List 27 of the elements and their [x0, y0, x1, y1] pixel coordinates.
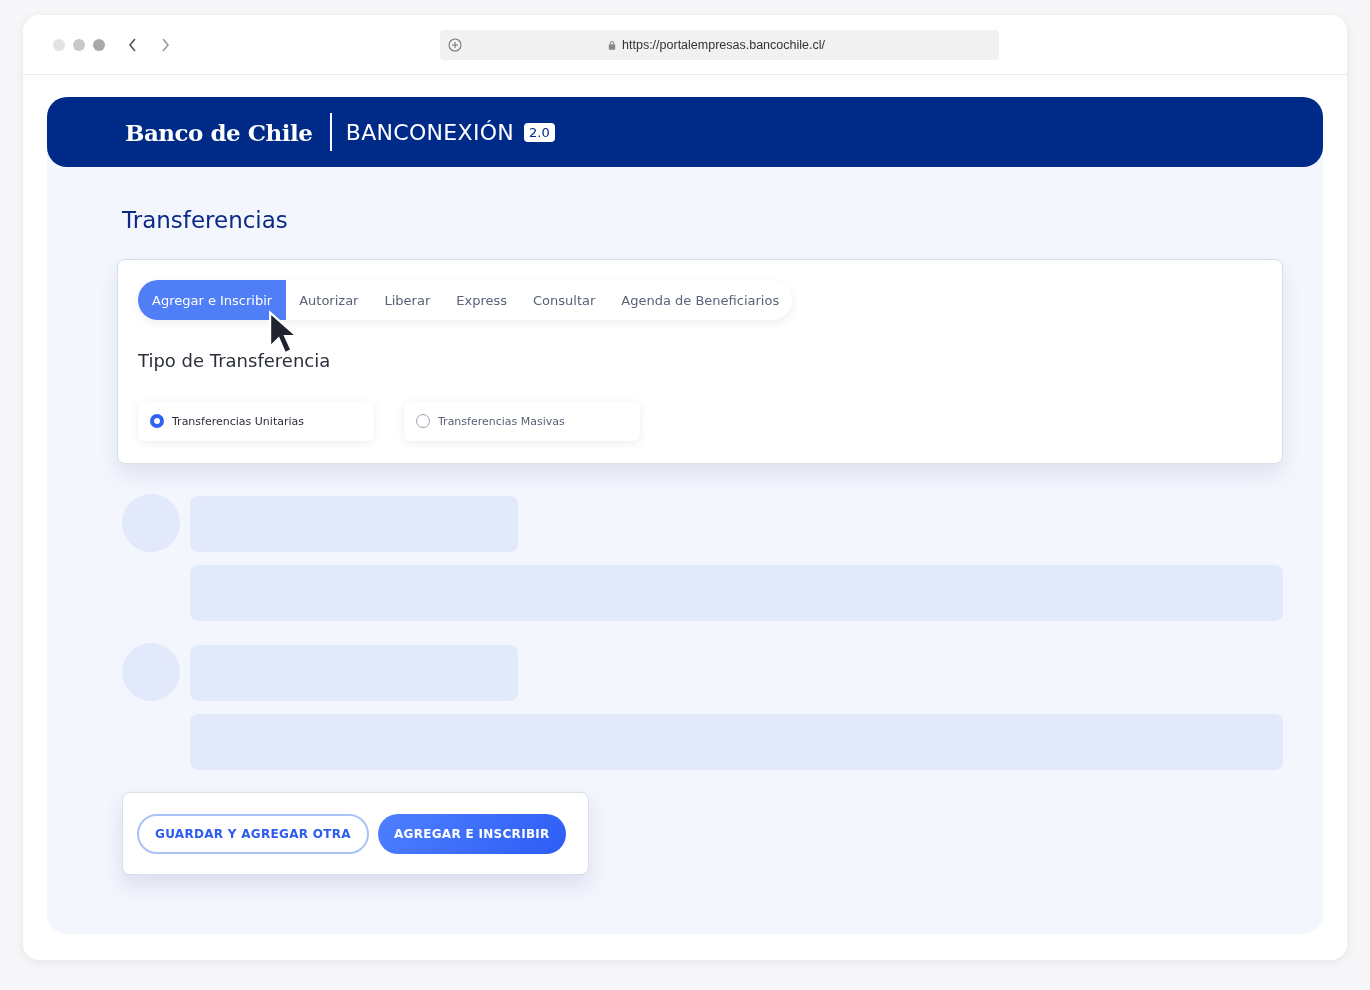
tab[interactable]: Autorizar: [286, 280, 372, 320]
tab[interactable]: Agregar e Inscribir: [138, 280, 287, 320]
tab[interactable]: Liberar: [371, 280, 444, 320]
radio-label: Transferencias Unitarias: [172, 414, 304, 428]
radio-button[interactable]: [150, 414, 164, 428]
bank-logo: Banco de Chile: [125, 118, 313, 146]
window-control-dot[interactable]: [53, 38, 65, 51]
tab[interactable]: Express: [443, 280, 520, 320]
window-control-dot[interactable]: [93, 38, 105, 51]
address-bar[interactable]: https://portalempresas.bancochile.cl/: [440, 29, 999, 60]
plus-circle-icon[interactable]: [448, 37, 462, 52]
page-title: Transferencias: [122, 207, 289, 233]
section-title: Tipo de Transferencia: [138, 350, 332, 371]
lock-icon: [608, 39, 617, 50]
product-name: BANCONEXIÓN: [345, 119, 515, 145]
version-badge: 2.0: [524, 122, 555, 142]
window-control-dot[interactable]: [73, 38, 85, 51]
radio-label: Transferencias Masivas: [438, 414, 565, 428]
radio-option[interactable]: Transferencias Masivas: [404, 401, 640, 441]
tab[interactable]: Consultar: [520, 280, 609, 320]
back-icon[interactable]: [127, 36, 139, 53]
radio-option[interactable]: Transferencias Unitarias: [138, 401, 374, 441]
save-button[interactable]: GUARDAR Y AGREGAR OTRA: [137, 813, 369, 854]
forward-icon[interactable]: [159, 36, 171, 53]
url-text: https://portalempresas.bancochile.cl/: [622, 37, 825, 52]
tab[interactable]: Agenda de Beneficiarios: [608, 280, 793, 320]
add-button[interactable]: AGREGAR E INSCRIBIR: [377, 813, 566, 854]
